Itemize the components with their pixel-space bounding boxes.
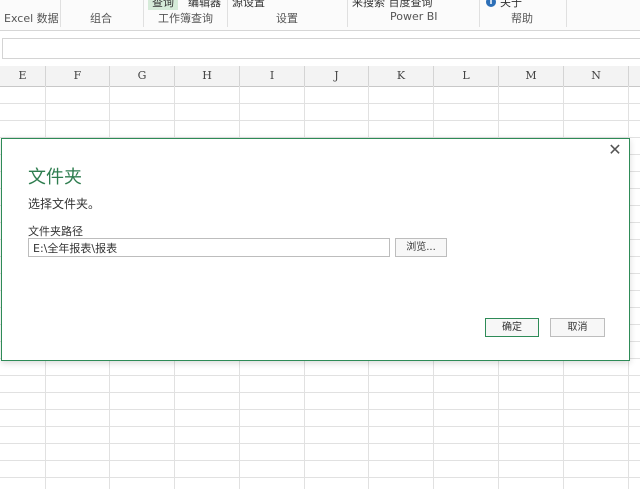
ribbon-source-settings-button[interactable]: 源设置 — [232, 0, 265, 10]
dialog-subtitle: 选择文件夹。 — [28, 197, 101, 211]
ribbon-group-excel-data: Excel 数据 — [4, 12, 59, 25]
column-header-k[interactable]: K — [369, 66, 434, 86]
ribbon-group-separator — [227, 0, 228, 27]
ribbon-group-help: 帮助 — [511, 12, 533, 25]
ribbon-group-separator — [479, 0, 480, 27]
column-header-row: E F G H I J K L M N — [0, 66, 640, 87]
ribbon-query-button[interactable]: 查询 — [148, 0, 178, 10]
column-header-m[interactable]: M — [499, 66, 564, 86]
ribbon: 查询 编辑器 源设置 来搜索 百度查询 i 关于 Excel 数据 组合 工作簿… — [0, 0, 640, 31]
folder-path-input[interactable] — [28, 238, 390, 257]
column-header-j[interactable]: J — [305, 66, 369, 86]
ribbon-editor-button[interactable]: 编辑器 — [188, 0, 221, 10]
ribbon-group-separator — [60, 0, 61, 27]
dialog-title: 文件夹 — [28, 167, 82, 188]
browse-button[interactable]: 浏览... — [395, 238, 447, 257]
column-header-n[interactable]: N — [564, 66, 629, 86]
column-header-f[interactable]: F — [46, 66, 110, 86]
cancel-button[interactable]: 取消 — [550, 318, 605, 337]
ribbon-group-workbook-queries: 工作簿查询 — [158, 12, 213, 25]
ribbon-group-settings: 设置 — [276, 12, 298, 25]
ok-button[interactable]: 确定 — [485, 318, 539, 337]
formula-bar[interactable] — [2, 38, 640, 59]
info-icon: i — [486, 0, 496, 7]
column-header-e[interactable]: E — [0, 66, 46, 86]
ribbon-group-combine: 组合 — [90, 12, 112, 25]
close-button[interactable]: ✕ — [607, 142, 623, 158]
ribbon-group-power-bi: Power BI — [390, 10, 438, 23]
column-header-h[interactable]: H — [175, 66, 240, 86]
column-header-i[interactable]: I — [240, 66, 305, 86]
ribbon-group-separator — [566, 0, 567, 27]
close-icon: ✕ — [608, 140, 622, 159]
column-header-g[interactable]: G — [110, 66, 175, 86]
ribbon-group-separator — [347, 0, 348, 27]
folder-dialog: ✕ 文件夹 选择文件夹。 文件夹路径 浏览... 确定 取消 — [1, 138, 630, 361]
ribbon-search-button[interactable]: 来搜索 百度查询 — [352, 0, 433, 10]
ribbon-group-separator — [143, 0, 144, 27]
folder-path-label: 文件夹路径 — [28, 225, 83, 238]
column-header-l[interactable]: L — [434, 66, 499, 86]
ribbon-about-button[interactable]: 关于 — [500, 0, 522, 10]
